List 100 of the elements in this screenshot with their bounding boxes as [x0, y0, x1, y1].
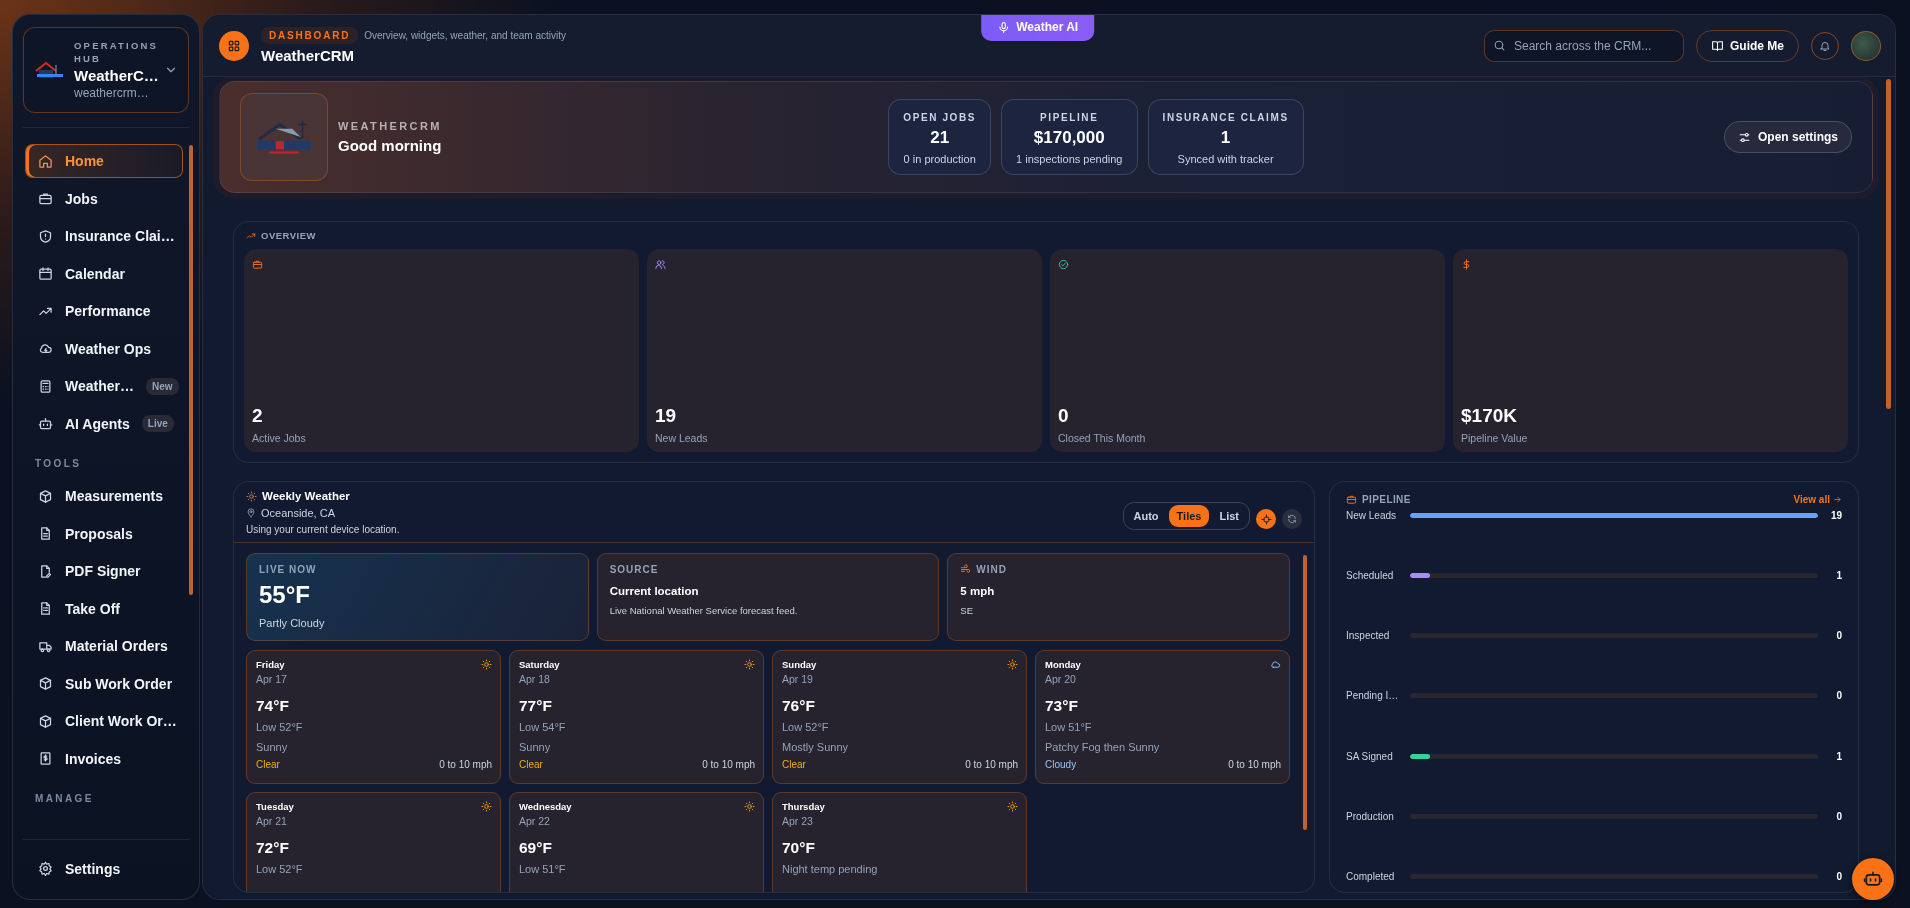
stage-label: New Leads	[1346, 510, 1398, 521]
workspace-switcher[interactable]: OPERATIONS HUB WeatherC… weathercrm…	[23, 27, 189, 113]
cube-icon	[38, 488, 53, 504]
stage-label: Scheduled	[1346, 570, 1395, 582]
low-temperature: Low 54°F	[519, 721, 567, 733]
high-temperature: 77°F	[519, 697, 553, 715]
low-temperature: Low 52°F	[256, 863, 304, 875]
stat-note: 1 inspections pending	[1016, 153, 1123, 165]
forecast-condition: Sunny	[256, 741, 289, 753]
sky-tag: Clear	[519, 759, 543, 770]
low-temperature: Low 52°F	[782, 721, 830, 733]
nav-item[interactable]: Proposals	[25, 516, 183, 551]
forecast-condition: Patchy Fog then Sunny	[1045, 741, 1161, 753]
wind-icon	[960, 564, 972, 575]
nav-item[interactable]: Client Work Or…	[25, 704, 183, 738]
locate-button[interactable]	[1256, 509, 1276, 529]
wind-speed: 5 mph	[960, 585, 996, 597]
document-list-icon	[38, 601, 53, 616]
high-temperature: 70°F	[782, 839, 816, 857]
view-toggle[interactable]: List	[1211, 505, 1247, 527]
dashboard-button[interactable]	[219, 30, 249, 61]
stage-count: 1	[1835, 750, 1842, 762]
wind-range: 0 to 10 mph	[702, 759, 755, 770]
wind-range: 0 to 10 mph	[1228, 759, 1281, 770]
stage-count: 0	[1835, 810, 1842, 822]
arrow-right-icon	[1833, 495, 1842, 504]
low-temperature: Night temp pending	[782, 863, 879, 875]
sun-icon	[1007, 659, 1018, 670]
stat-label: INSURANCE CLAIMS	[1162, 112, 1289, 123]
high-temperature: 73°F	[1045, 697, 1079, 715]
refresh-button[interactable]	[1282, 509, 1302, 529]
stage-count: 0	[1835, 870, 1842, 882]
metric-label: Pipeline Value	[1461, 432, 1529, 444]
sliders-icon	[1738, 130, 1751, 144]
metric-label: Closed This Month	[1058, 432, 1147, 444]
nav-item[interactable]: Material Orders	[25, 629, 183, 663]
settings-button[interactable]: Open settings	[1724, 121, 1852, 153]
nav-item[interactable]: Measurements	[25, 479, 183, 513]
card-label: LIVE NOW	[259, 564, 318, 575]
shield-icon	[38, 228, 53, 244]
nav-item[interactable]: Performance	[25, 294, 183, 328]
forecast-date: Apr 20	[1045, 673, 1077, 685]
nav-item[interactable]: Home	[25, 144, 183, 178]
forecast-condition: Sunny	[519, 741, 552, 753]
view-all-link[interactable]: View all	[1793, 494, 1842, 505]
card-label: SOURCE	[609, 564, 660, 575]
check-circle-icon	[1058, 259, 1069, 270]
document-pen-icon	[38, 563, 53, 579]
forecast-date: Apr 23	[782, 815, 814, 827]
invoice-icon	[38, 751, 53, 766]
assistant-button[interactable]: Weather AI	[981, 15, 1095, 41]
source-title: Current location	[609, 585, 700, 597]
stat-note: 0 in production	[903, 153, 976, 165]
day-name: Tuesday	[256, 801, 294, 812]
high-temperature: 69°F	[519, 839, 553, 857]
robot-icon	[1863, 869, 1883, 889]
high-temperature: 74°F	[256, 697, 290, 715]
forecast-date: Apr 19	[782, 673, 814, 685]
metric-value: 0	[1058, 405, 1070, 427]
day-name: Wednesday	[519, 801, 572, 812]
high-temperature: 76°F	[782, 697, 816, 715]
metric-label: Active Jobs	[252, 432, 307, 444]
nav-badge: New	[146, 377, 179, 395]
nav-item[interactable]: Weather Ops	[25, 331, 183, 366]
nav-item[interactable]: PDF Signer	[25, 554, 183, 588]
nav-item[interactable]: AI Agents Live	[25, 406, 183, 441]
dollar-icon	[1461, 259, 1472, 270]
day-name: Sunday	[782, 659, 817, 670]
section-heading: TOOLS	[34, 457, 83, 471]
low-temperature: Low 52°F	[256, 721, 304, 733]
stat-value: $170,000	[1033, 128, 1105, 148]
calculator-icon	[38, 378, 53, 394]
search-field[interactable]: Search across the CRM...	[1484, 29, 1684, 62]
avatar[interactable]	[1851, 30, 1881, 61]
view-toggle[interactable]: Auto	[1125, 505, 1167, 527]
calendar-icon	[38, 266, 53, 281]
grid-icon	[227, 38, 241, 53]
nav-badge: Live	[141, 415, 174, 432]
sun-icon	[481, 801, 492, 812]
metric-value: 2	[252, 405, 264, 427]
view-toggle[interactable]: Tiles	[1168, 505, 1210, 527]
card-label: WIND	[976, 564, 1007, 575]
sky-tag: Clear	[256, 759, 280, 770]
nav-item[interactable]: Weather… New	[25, 369, 183, 403]
nav-item[interactable]: Jobs	[25, 181, 183, 216]
sun-icon	[744, 801, 755, 812]
users-icon	[655, 259, 666, 270]
book-icon	[1711, 39, 1724, 52]
nav-item[interactable]: Calendar	[25, 256, 183, 291]
nav-item[interactable]: Settings	[25, 851, 183, 886]
stat-label: OPEN JOBS	[903, 112, 977, 123]
day-name: Thursday	[782, 801, 825, 812]
nav-item[interactable]: Take Off	[25, 591, 183, 626]
stage-label: Production	[1346, 810, 1395, 822]
page-badge: DASHBOARD	[261, 27, 359, 44]
location-note: Using your current device location.	[246, 524, 401, 535]
nav-item[interactable]: Insurance Clai…	[25, 219, 183, 253]
metric-label: New Leads	[655, 432, 709, 444]
nav-item[interactable]: Sub Work Order	[25, 666, 183, 701]
nav-item[interactable]: Invoices	[25, 741, 183, 776]
